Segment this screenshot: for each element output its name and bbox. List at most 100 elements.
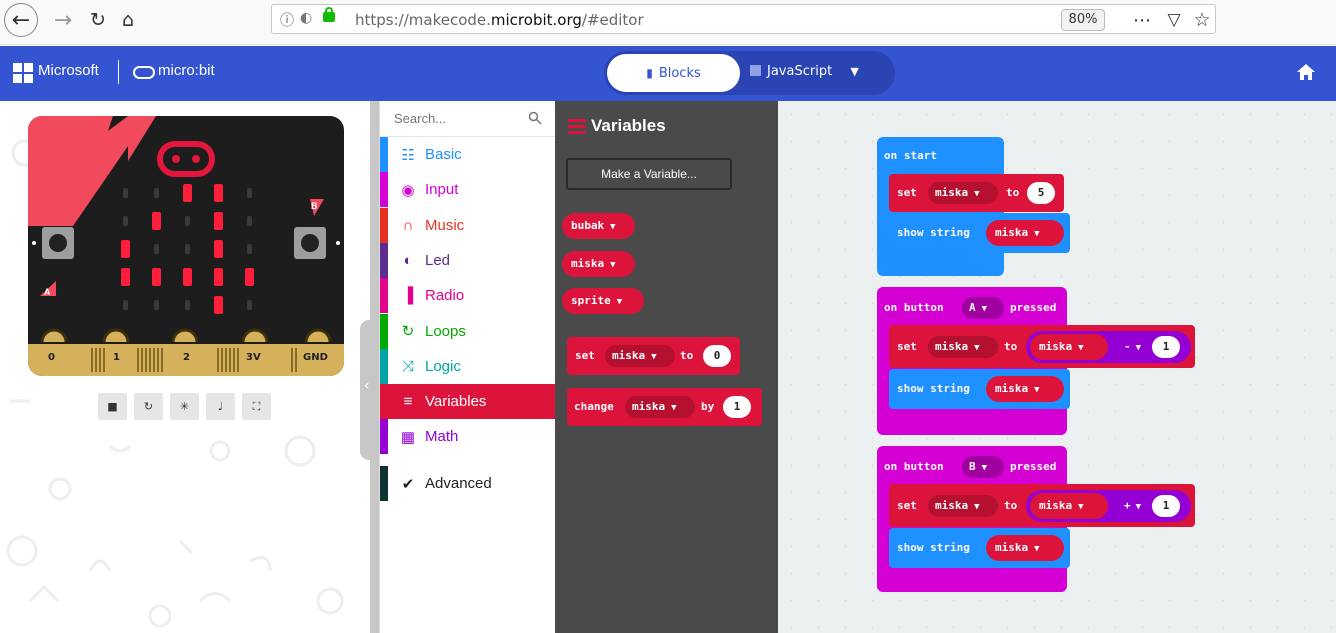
show-string-block[interactable]: show string miska ▼: [889, 369, 1070, 409]
variable-reporter[interactable]: miska ▼: [1030, 493, 1108, 519]
simulator-toolbar: ■ ↻ ✳ ♩ ⛶: [98, 393, 273, 421]
restart-icon[interactable]: ↻: [134, 393, 163, 420]
pin-label-1[interactable]: 1: [113, 352, 120, 363]
number-input[interactable]: 1: [1152, 336, 1180, 358]
stop-icon[interactable]: ■: [98, 393, 127, 420]
fullscreen-icon[interactable]: ⛶: [242, 393, 271, 420]
chevron-down-icon: ▼: [1135, 343, 1142, 353]
zoom-badge[interactable]: 80%: [1061, 9, 1105, 31]
pin-label-3v[interactable]: 3V: [246, 352, 261, 363]
button-dropdown[interactable]: A ▼: [962, 297, 1004, 319]
home-button[interactable]: ⌂: [111, 3, 145, 37]
category-label: Variables: [425, 393, 487, 411]
simulator-panel: B A 0 1 2 3V GND ■ ↻ ✳ ♩ ⛶: [0, 101, 370, 633]
calculator-icon: ▦: [400, 428, 416, 446]
reload-button[interactable]: ↻: [81, 3, 115, 37]
variable-reporter[interactable]: miska ▼: [1030, 334, 1108, 360]
variable-block-sprite[interactable]: sprite ▼: [562, 288, 644, 314]
category-led[interactable]: ◐ Led: [380, 242, 556, 278]
show-string-block[interactable]: show string miska ▼: [889, 213, 1070, 253]
number-input[interactable]: 0: [703, 345, 731, 367]
tab-javascript-label: JavaScript: [767, 64, 833, 79]
variable-reporter[interactable]: miska ▼: [986, 376, 1064, 402]
info-icon[interactable]: ⓘ: [280, 10, 294, 30]
debug-icon[interactable]: ✳: [170, 393, 199, 420]
search-input[interactable]: [394, 111, 514, 126]
category-variables[interactable]: ≡ Variables: [380, 384, 556, 420]
pin-label-2[interactable]: 2: [183, 352, 190, 363]
led-on: [152, 212, 161, 230]
variable-block-bubak[interactable]: bubak ▼: [562, 213, 635, 239]
microbit-logo-icon: [133, 66, 155, 79]
operator-symbol[interactable]: +: [1124, 499, 1131, 512]
list-icon: [568, 119, 586, 134]
tracking-icon[interactable]: ◐: [300, 10, 312, 26]
math-operator-block[interactable]: miska ▼ + ▼ 1: [1026, 490, 1191, 522]
set-variable-block[interactable]: set miska ▼ to 0: [567, 337, 740, 375]
variable-dropdown[interactable]: miska ▼: [625, 396, 695, 418]
category-music[interactable]: ∩ Music: [380, 207, 556, 243]
block-keyword: by: [701, 400, 715, 413]
category-label: Loops: [425, 322, 466, 340]
block-keyword: set: [897, 499, 917, 512]
search-icon[interactable]: [528, 111, 542, 125]
dropdown-value: miska: [612, 349, 646, 362]
bookmark-star-icon[interactable]: ☆: [1185, 3, 1219, 37]
url-suffix: /#editor: [581, 11, 644, 29]
toolbox-search: [380, 101, 556, 137]
list-icon: ≡: [403, 393, 413, 411]
collapse-handle[interactable]: ‹: [360, 320, 378, 460]
category-logic[interactable]: ⤨ Logic: [380, 348, 556, 384]
tab-blocks[interactable]: ▮ Blocks: [607, 54, 740, 92]
variable-reporter[interactable]: miska ▼: [986, 220, 1064, 246]
microbit-board: B A 0 1 2 3V GND: [28, 116, 344, 376]
volume-icon[interactable]: ♩: [206, 393, 235, 420]
pin-label-gnd[interactable]: GND: [303, 352, 328, 363]
microsoft-label[interactable]: Microsoft: [38, 62, 99, 79]
change-variable-block[interactable]: change miska ▼ by 1: [567, 388, 762, 426]
category-radio[interactable]: ▐ Radio: [380, 278, 556, 314]
forward-button[interactable]: →: [46, 3, 80, 37]
set-variable-block[interactable]: set miska ▼ to miska ▼ + ▼ 1: [889, 484, 1195, 527]
led-off: [154, 300, 159, 310]
app-header: Microsoft micro:bit ▮ Blocks JavaScript ▼: [0, 46, 1336, 101]
event-label: on button: [884, 460, 944, 473]
led-off: [154, 244, 159, 254]
tab-javascript[interactable]: JavaScript ▼: [750, 64, 859, 79]
variable-reporter[interactable]: miska ▼: [986, 535, 1064, 561]
more-icon[interactable]: ⋯: [1125, 3, 1159, 37]
number-input[interactable]: 1: [1152, 495, 1180, 517]
home-icon[interactable]: [1296, 63, 1316, 81]
number-input[interactable]: 5: [1027, 182, 1055, 204]
category-loops[interactable]: ↻ Loops: [380, 313, 556, 349]
chevron-down-icon[interactable]: ▼: [850, 65, 858, 78]
blocks-workspace[interactable]: on start set miska ▼ to 5 show string mis…: [778, 101, 1336, 633]
pin-label-0[interactable]: 0: [48, 352, 55, 363]
make-variable-button[interactable]: Make a Variable...: [566, 158, 732, 190]
event-label: pressed: [1010, 460, 1057, 473]
set-variable-block[interactable]: set miska ▼ to 5: [889, 174, 1064, 212]
microbit-label[interactable]: micro:bit: [158, 62, 215, 79]
variable-dropdown[interactable]: miska ▼: [928, 182, 998, 204]
variable-block-miska[interactable]: miska ▼: [562, 251, 635, 277]
svg-text:B: B: [311, 201, 318, 211]
button-dropdown[interactable]: B ▼: [962, 456, 1004, 478]
math-operator-block[interactable]: miska ▼ - ▼ 1: [1026, 331, 1191, 363]
category-input[interactable]: ◉ Input: [380, 172, 556, 208]
set-variable-block[interactable]: set miska ▼ to miska ▼ - ▼ 1: [889, 325, 1195, 368]
led-off: [123, 300, 128, 310]
block-keyword: to: [1004, 340, 1018, 353]
category-label: Radio: [425, 287, 465, 305]
show-string-block[interactable]: show string miska ▼: [889, 528, 1070, 568]
chevron-left-icon[interactable]: ‹: [364, 378, 370, 394]
variable-dropdown[interactable]: miska ▼: [928, 336, 998, 358]
category-basic[interactable]: ☷ Basic: [380, 137, 556, 172]
number-input[interactable]: 1: [723, 396, 751, 418]
category-math[interactable]: ▦ Math: [380, 419, 556, 455]
variable-dropdown[interactable]: miska ▼: [928, 495, 998, 517]
category-advanced[interactable]: ✔ Advanced: [380, 466, 556, 501]
variable-dropdown[interactable]: miska ▼: [605, 345, 675, 367]
back-button[interactable]: ←: [4, 3, 38, 37]
operator-symbol[interactable]: -: [1124, 340, 1131, 353]
block-keyword: set: [897, 340, 917, 353]
